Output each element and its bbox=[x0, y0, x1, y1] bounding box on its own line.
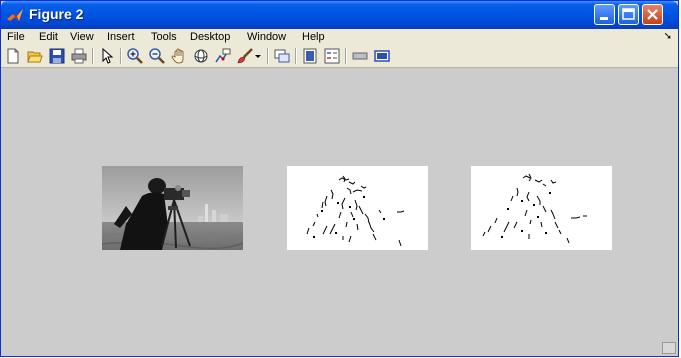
toolbar-separator bbox=[92, 48, 94, 64]
new-figure-icon[interactable] bbox=[5, 48, 21, 64]
open-file-icon[interactable] bbox=[27, 48, 43, 64]
figure-toolbar bbox=[1, 45, 678, 68]
hide-plot-tools-icon[interactable] bbox=[352, 48, 368, 64]
legend-icon[interactable] bbox=[324, 48, 340, 64]
menu-view[interactable]: View bbox=[70, 31, 94, 43]
menu-edit[interactable]: Edit bbox=[39, 31, 58, 43]
axes-edge-map-1[interactable] bbox=[287, 166, 428, 250]
menu-desktop[interactable]: Desktop bbox=[190, 31, 230, 43]
minimize-button[interactable] bbox=[594, 4, 615, 25]
brush-dropdown-icon[interactable] bbox=[254, 48, 262, 64]
resize-grip-icon[interactable] bbox=[662, 342, 676, 354]
maximize-button[interactable] bbox=[618, 4, 639, 25]
toolbar-separator bbox=[267, 48, 269, 64]
toolbar-separator bbox=[295, 48, 297, 64]
figure-window: Figure 2 File Edit View Insert Tools Des… bbox=[0, 0, 679, 357]
minimize-icon bbox=[600, 17, 608, 20]
menu-bar: File Edit View Insert Tools Desktop Wind… bbox=[1, 29, 678, 45]
data-cursor-icon[interactable] bbox=[215, 48, 231, 64]
menu-window[interactable]: Window bbox=[247, 31, 286, 43]
link-plot-icon[interactable] bbox=[274, 48, 290, 64]
menu-overflow-arrow-icon[interactable]: ➘ bbox=[664, 31, 672, 42]
zoom-in-icon[interactable] bbox=[127, 48, 143, 64]
matlab-logo-icon bbox=[7, 9, 23, 21]
window-title: Figure 2 bbox=[29, 6, 84, 22]
zoom-out-icon[interactable] bbox=[149, 48, 165, 64]
axes-cameraman-image[interactable] bbox=[102, 166, 243, 250]
menu-file[interactable]: File bbox=[7, 31, 25, 43]
rotate-3d-icon[interactable] bbox=[193, 48, 209, 64]
title-bar[interactable]: Figure 2 bbox=[1, 1, 678, 29]
figure-canvas[interactable] bbox=[1, 68, 678, 356]
brush-icon[interactable] bbox=[237, 48, 253, 64]
axes-edge-map-2[interactable] bbox=[471, 166, 612, 250]
close-icon bbox=[647, 9, 658, 20]
colorbar-icon[interactable] bbox=[302, 48, 318, 64]
menu-insert[interactable]: Insert bbox=[107, 31, 135, 43]
menu-help[interactable]: Help bbox=[302, 31, 325, 43]
save-icon[interactable] bbox=[49, 48, 65, 64]
edit-plot-arrow-icon[interactable] bbox=[99, 48, 115, 64]
maximize-icon bbox=[622, 8, 635, 20]
close-button[interactable] bbox=[642, 4, 663, 25]
toolbar-separator bbox=[345, 48, 347, 64]
print-icon[interactable] bbox=[71, 48, 87, 64]
menu-tools[interactable]: Tools bbox=[151, 31, 177, 43]
pan-hand-icon[interactable] bbox=[171, 48, 187, 64]
show-plot-tools-icon[interactable] bbox=[374, 48, 390, 64]
toolbar-separator bbox=[120, 48, 122, 64]
